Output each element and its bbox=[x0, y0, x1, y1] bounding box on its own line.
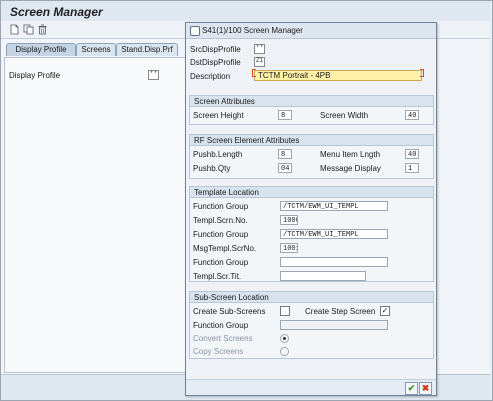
template-function-group-field[interactable]: /TCTM/EWM_UI_TEMPL bbox=[280, 201, 388, 211]
app-title: Screen Manager bbox=[10, 5, 103, 19]
templ-scrn-no-field[interactable]: 1000 bbox=[280, 215, 298, 225]
title-function-group-label: Function Group bbox=[193, 258, 249, 267]
screen-width-label: Screen Width bbox=[320, 111, 369, 120]
subscreen-function-group-field[interactable] bbox=[280, 320, 388, 330]
dialog-window-icon bbox=[190, 26, 200, 36]
description-label: Description bbox=[190, 72, 231, 81]
pushb-length-label: Pushb.Length bbox=[193, 150, 243, 159]
copy-screens-label: Copy Screens bbox=[193, 347, 244, 356]
menu-item-length-field[interactable]: 40 bbox=[405, 149, 419, 159]
delete-icon[interactable] bbox=[37, 24, 48, 35]
dialog-title-bar: S41(1)/100 Screen Manager bbox=[186, 23, 436, 39]
subscreen-function-group-label: Function Group bbox=[193, 321, 249, 330]
rf-attributes-title: RF Screen Element Attributes bbox=[194, 136, 300, 145]
dialog-footer: ✔ ✖ bbox=[186, 379, 436, 395]
tab-stand-disp-prf[interactable]: Stand.Disp.Prf bbox=[116, 43, 178, 56]
tab-panel: Display Profile * * bbox=[4, 57, 186, 373]
screen-height-field[interactable]: 8 bbox=[278, 110, 292, 120]
screen-attributes-group: Screen Attributes Screen Height 8 Screen… bbox=[189, 95, 434, 125]
pushb-length-field[interactable]: 8 bbox=[278, 149, 292, 159]
screen-manager-dialog: S41(1)/100 Screen Manager SrcDispProfile… bbox=[185, 22, 437, 396]
convert-screens-radio[interactable] bbox=[280, 334, 289, 343]
src-disp-profile-label: SrcDispProfile bbox=[190, 45, 241, 54]
display-profile-field[interactable]: * * bbox=[148, 70, 159, 80]
template-location-header: Template Location bbox=[190, 187, 433, 198]
pushb-qty-field[interactable]: 04 bbox=[278, 163, 292, 173]
description-bracket-right bbox=[420, 69, 424, 77]
confirm-button[interactable]: ✔ bbox=[405, 382, 418, 395]
template-location-group: Template Location Function Group /TCTM/E… bbox=[189, 186, 434, 282]
src-disp-profile-field[interactable]: * * bbox=[254, 44, 265, 54]
rf-attributes-group: RF Screen Element Attributes Pushb.Lengt… bbox=[189, 134, 434, 179]
convert-screens-label: Convert Screens bbox=[193, 334, 253, 343]
copy-icon[interactable] bbox=[23, 24, 34, 35]
title-bar: Screen Manager bbox=[1, 1, 490, 21]
dialog-title: S41(1)/100 Screen Manager bbox=[202, 26, 303, 35]
message-display-label: Message Display bbox=[320, 164, 381, 173]
pushb-qty-label: Pushb.Qty bbox=[193, 164, 231, 173]
screen-height-label: Screen Height bbox=[193, 111, 244, 120]
template-function-group-label: Function Group bbox=[193, 202, 249, 211]
title-function-group-field[interactable] bbox=[280, 257, 388, 267]
message-display-field[interactable]: 1 bbox=[405, 163, 419, 173]
new-document-icon[interactable] bbox=[9, 24, 20, 35]
dst-disp-profile-field[interactable]: Z1 bbox=[254, 57, 265, 67]
msg-function-group-label: Function Group bbox=[193, 230, 249, 239]
subscreen-location-group: Sub-Screen Location Create Sub-Screens C… bbox=[189, 291, 434, 359]
cancel-button[interactable]: ✖ bbox=[419, 382, 432, 395]
tab-screens[interactable]: Screens bbox=[76, 43, 116, 56]
create-step-screen-checkbox[interactable]: ✓ bbox=[380, 306, 390, 316]
template-location-title: Template Location bbox=[194, 188, 259, 197]
subscreen-location-header: Sub-Screen Location bbox=[190, 292, 433, 303]
description-field[interactable]: TCTM Portrait - 4PB bbox=[254, 70, 422, 81]
create-subscreens-label: Create Sub-Screens bbox=[193, 307, 266, 316]
copy-screens-radio[interactable] bbox=[280, 347, 289, 356]
dst-disp-profile-label: DstDispProfile bbox=[190, 58, 241, 67]
screen-attributes-header: Screen Attributes bbox=[190, 96, 433, 107]
create-subscreens-checkbox[interactable] bbox=[280, 306, 290, 316]
screen-attributes-title: Screen Attributes bbox=[194, 97, 255, 106]
tab-display-profile[interactable]: Display Profile bbox=[6, 43, 76, 56]
screen-width-field[interactable]: 40 bbox=[405, 110, 419, 120]
menu-item-length-label: Menu Item Lngth bbox=[320, 150, 381, 159]
msg-templ-scrno-field[interactable]: 1001 bbox=[280, 243, 298, 253]
create-step-screen-label: Create Step Screen bbox=[305, 307, 376, 316]
display-profile-label: Display Profile bbox=[9, 71, 61, 80]
msg-templ-scrno-label: MsgTempl.ScrNo. bbox=[193, 244, 257, 253]
templ-scr-tit-field[interactable] bbox=[280, 271, 366, 281]
templ-scrn-no-label: Templ.Scrn.No. bbox=[193, 216, 248, 225]
subscreen-location-title: Sub-Screen Location bbox=[194, 293, 269, 302]
msg-function-group-field[interactable]: /TCTM/EWM_UI_TEMPL bbox=[280, 229, 388, 239]
rf-attributes-header: RF Screen Element Attributes bbox=[190, 135, 433, 146]
templ-scr-tit-label: Templ.Scr.Tit. bbox=[193, 272, 242, 281]
description-bracket-left bbox=[252, 69, 256, 77]
